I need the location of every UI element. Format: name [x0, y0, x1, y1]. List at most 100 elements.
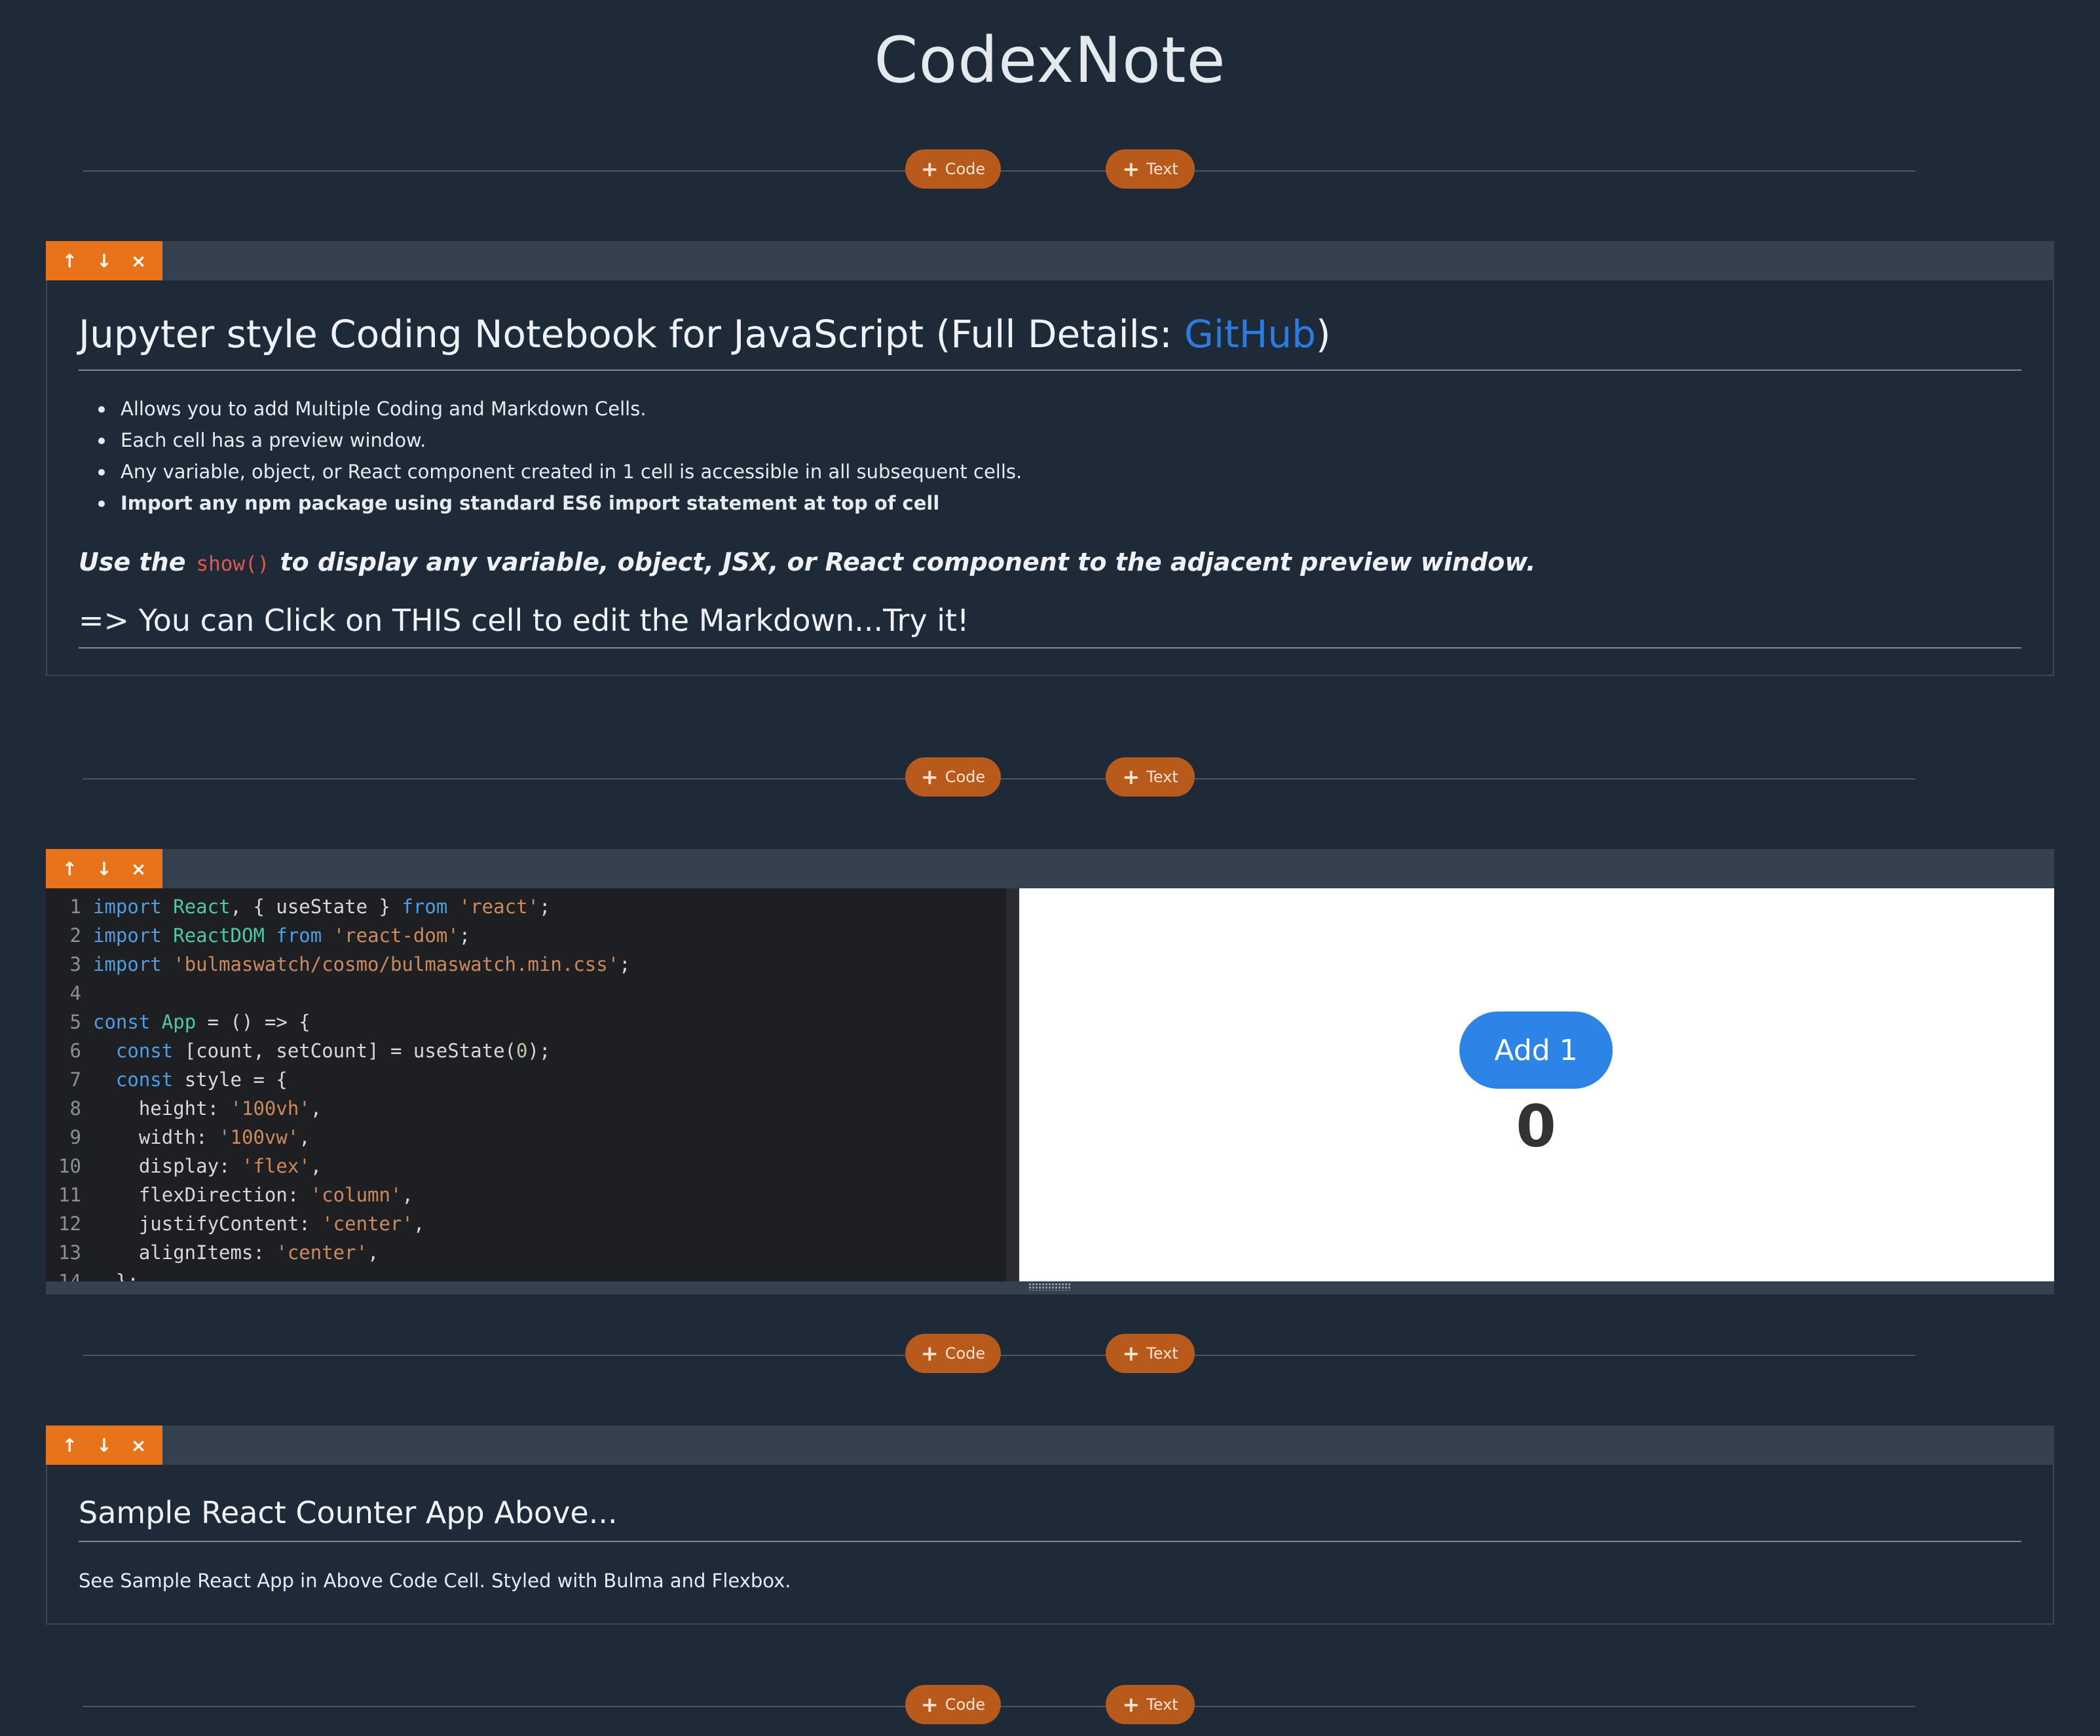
code-line: 2 import ReactDOM from 'react-dom';	[46, 921, 1006, 950]
arrow-down-icon[interactable]: ↓	[91, 858, 117, 880]
line-number: 6	[69, 1040, 81, 1062]
add-code-label: Code	[945, 1695, 986, 1714]
markdown-preview[interactable]: Sample React Counter App Above... See Sa…	[46, 1465, 2054, 1625]
add-cell-bar: + Code + Text	[83, 149, 1915, 191]
line-number: 1	[69, 896, 81, 918]
add-text-button[interactable]: + Text	[1106, 149, 1195, 189]
add-text-label: Text	[1146, 1695, 1178, 1714]
add-code-button[interactable]: + Code	[905, 149, 1001, 189]
arrow-down-icon[interactable]: ↓	[91, 250, 117, 272]
add-text-button[interactable]: + Text	[1106, 757, 1195, 797]
arrow-up-icon[interactable]: ↑	[56, 1435, 83, 1456]
code-line: 12 justifyContent: 'center',	[46, 1209, 1006, 1238]
add-text-label: Text	[1146, 160, 1178, 178]
line-number: 11	[58, 1184, 81, 1206]
code-editor[interactable]: 1 import React, { useState } from 'react'…	[46, 888, 1006, 1281]
line-number: 2	[69, 924, 81, 947]
code-line: 8 height: '100vh',	[46, 1094, 1006, 1123]
cell-controls: ↑ ↓ ×	[46, 849, 162, 888]
close-icon[interactable]: ×	[126, 858, 152, 880]
sample-paragraph: See Sample React App in Above Code Cell.…	[79, 1570, 791, 1592]
add-text-label: Text	[1146, 1344, 1178, 1363]
plus-icon: +	[920, 764, 939, 789]
plus-icon: +	[1122, 1692, 1140, 1717]
grip-icon	[1028, 1283, 1070, 1291]
heading-prefix: Jupyter style Coding Notebook for JavaSc…	[79, 312, 1184, 356]
code-line: 3 import 'bulmaswatch/cosmo/bulmaswatch.m…	[46, 950, 1006, 979]
code-area: 1 import React, { useState } from 'react'…	[46, 888, 2054, 1294]
add-code-button[interactable]: + Code	[905, 1685, 1001, 1724]
heading-suffix: )	[1315, 312, 1331, 356]
markdown-cell-sample[interactable]: ↑ ↓ × Sample React Counter App Above... …	[46, 1425, 2054, 1625]
code-line: 4	[46, 979, 1006, 1008]
show-instruction: Use the show() to display any variable, ob…	[79, 548, 2021, 576]
add-cell-bar: + Code + Text	[83, 1334, 1915, 1376]
cell-toolbar: ↑ ↓ ×	[46, 1425, 2054, 1465]
add-code-label: Code	[945, 768, 986, 786]
add-code-button[interactable]: + Code	[905, 1334, 1001, 1373]
code-line: 1 import React, { useState } from 'react'…	[46, 892, 1006, 921]
sample-heading: Sample React Counter App Above...	[79, 1495, 2021, 1542]
add-cell-bar: + Code + Text	[83, 757, 1915, 799]
list-item: Each cell has a preview window.	[98, 425, 2021, 456]
plus-icon: +	[1122, 157, 1140, 181]
line-number: 9	[69, 1126, 81, 1148]
cell-controls: ↑ ↓ ×	[46, 241, 162, 280]
plus-icon: +	[1122, 764, 1140, 789]
cell-controls: ↑ ↓ ×	[46, 1425, 162, 1465]
code-line: 13 alignItems: 'center',	[46, 1238, 1006, 1267]
close-icon[interactable]: ×	[126, 250, 152, 272]
add-text-label: Text	[1146, 768, 1178, 786]
preview-window: Add 1 0	[1019, 888, 2054, 1281]
line-number: 7	[69, 1068, 81, 1091]
code-line: 9 width: '100vw',	[46, 1123, 1006, 1152]
markdown-cell-intro[interactable]: ↑ ↓ × Jupyter style Coding Notebook for …	[46, 241, 2054, 676]
code-line: 5 const App = () => {	[46, 1008, 1006, 1036]
plus-icon: +	[920, 1341, 939, 1366]
instruction-suffix: to display any variable, object, JSX, or…	[280, 548, 1536, 576]
horizontal-resize-handle[interactable]	[46, 1281, 2054, 1294]
add-text-button[interactable]: + Text	[1106, 1334, 1195, 1373]
line-number: 12	[58, 1213, 81, 1235]
edit-hint-heading: => You can Click on THIS cell to edit th…	[79, 603, 2021, 649]
line-number: 3	[69, 953, 81, 975]
show-code: show()	[196, 552, 270, 576]
plus-icon: +	[920, 1692, 939, 1717]
code-line: 10 display: 'flex',	[46, 1152, 1006, 1180]
list-item: Import any npm package using standard ES…	[98, 487, 2021, 519]
app-title: CodexNote	[874, 24, 1226, 97]
line-number: 4	[69, 982, 81, 1004]
plus-icon: +	[920, 157, 939, 181]
feature-list: Allows you to add Multiple Coding and Ma…	[98, 393, 2021, 519]
line-number: 8	[69, 1097, 81, 1120]
code-line: 11 flexDirection: 'column',	[46, 1180, 1006, 1209]
line-number: 14	[58, 1270, 81, 1281]
line-number: 10	[58, 1155, 81, 1177]
code-cell: ↑ ↓ × 1 import React, { useState } from '…	[46, 849, 2054, 1294]
line-number: 13	[58, 1241, 81, 1264]
counter-value: 0	[1516, 1093, 1556, 1160]
arrow-up-icon[interactable]: ↑	[56, 250, 83, 272]
markdown-preview[interactable]: Jupyter style Coding Notebook for JavaSc…	[46, 280, 2054, 676]
arrow-down-icon[interactable]: ↓	[91, 1435, 117, 1456]
add-code-label: Code	[945, 1344, 986, 1363]
cell-toolbar: ↑ ↓ ×	[46, 849, 2054, 888]
list-item: Any variable, object, or React component…	[98, 456, 2021, 487]
add-one-button[interactable]: Add 1	[1459, 1011, 1613, 1089]
instruction-prefix: Use the	[79, 548, 186, 576]
intro-heading: Jupyter style Coding Notebook for JavaSc…	[79, 312, 2021, 371]
add-cell-bar: + Code + Text	[83, 1685, 1915, 1727]
code-line: 7 const style = {	[46, 1065, 1006, 1094]
add-code-label: Code	[945, 160, 986, 178]
editor-scrollbar[interactable]	[1006, 888, 1019, 1281]
line-number: 5	[69, 1011, 81, 1033]
code-line: 6 const [count, setCount] = useState(0);	[46, 1036, 1006, 1065]
close-icon[interactable]: ×	[126, 1435, 152, 1456]
github-link[interactable]: GitHub	[1184, 312, 1316, 356]
add-code-button[interactable]: + Code	[905, 757, 1001, 797]
list-item: Allows you to add Multiple Coding and Ma…	[98, 393, 2021, 425]
plus-icon: +	[1122, 1341, 1140, 1366]
arrow-up-icon[interactable]: ↑	[56, 858, 83, 880]
cell-toolbar: ↑ ↓ ×	[46, 241, 2054, 280]
add-text-button[interactable]: + Text	[1106, 1685, 1195, 1724]
